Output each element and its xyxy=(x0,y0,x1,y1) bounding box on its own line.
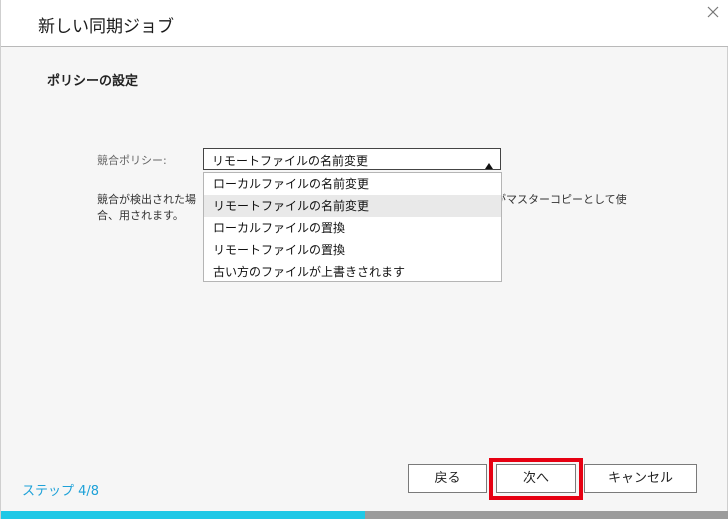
sync-job-dialog: 新しい同期ジョブ ポリシーの設定 競合ポリシー: リモートファイルの名前変更 競… xyxy=(0,0,728,519)
policy-option[interactable]: ローカルファイルの置換 xyxy=(204,217,501,239)
description-left-line: 合、用されます。 xyxy=(97,209,184,222)
back-button[interactable]: 戻る xyxy=(408,464,487,493)
progress-bar-fill xyxy=(1,511,365,519)
policy-option[interactable]: 古い方のファイルが上書きされます xyxy=(204,261,501,283)
description-right: がマスターコピーとして使 xyxy=(495,193,627,206)
close-icon[interactable] xyxy=(705,4,721,20)
description-left: 競合が検出された場 合、用されます。 xyxy=(97,192,203,224)
conflict-policy-label: 競合ポリシー: xyxy=(97,154,167,167)
next-button[interactable]: 次へ xyxy=(496,464,576,493)
dialog-title: 新しい同期ジョブ xyxy=(38,17,174,37)
policy-dropdown-list: ローカルファイルの名前変更 リモートファイルの名前変更 ローカルファイルの置換 … xyxy=(203,172,502,282)
description-left-line: 競合が検出された場 xyxy=(97,193,196,206)
conflict-policy-select[interactable]: リモートファイルの名前変更 xyxy=(203,148,501,170)
policy-option[interactable]: ローカルファイルの名前変更 xyxy=(204,173,501,195)
policy-option[interactable]: リモートファイルの置換 xyxy=(204,239,501,261)
section-title: ポリシーの設定 xyxy=(47,74,139,89)
policy-option-highlighted[interactable]: リモートファイルの名前変更 xyxy=(204,195,501,217)
progress-bar xyxy=(1,511,728,519)
selected-policy-value: リモートファイルの名前変更 xyxy=(212,154,369,168)
step-indicator: ステップ 4/8 xyxy=(22,484,100,499)
titlebar: 新しい同期ジョブ xyxy=(1,0,728,47)
cancel-button[interactable]: キャンセル xyxy=(584,464,697,493)
